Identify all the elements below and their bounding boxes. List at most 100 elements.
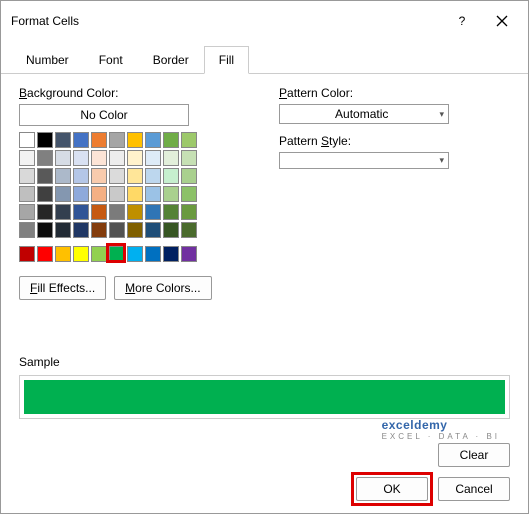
watermark: exceldemy EXCEL · DATA · BI bbox=[382, 417, 500, 441]
color-swatch[interactable] bbox=[127, 150, 143, 166]
color-swatch[interactable] bbox=[163, 246, 179, 262]
color-swatch[interactable] bbox=[109, 222, 125, 238]
color-swatch[interactable] bbox=[127, 246, 143, 262]
pattern-color-select[interactable]: Automatic ▾ bbox=[279, 104, 449, 124]
color-swatch[interactable] bbox=[55, 186, 71, 202]
pattern-color-label: Pattern Color: bbox=[279, 86, 510, 100]
color-swatch[interactable] bbox=[163, 204, 179, 220]
color-swatch[interactable] bbox=[55, 168, 71, 184]
color-swatch[interactable] bbox=[19, 222, 35, 238]
color-swatch[interactable] bbox=[109, 132, 125, 148]
color-swatch[interactable] bbox=[91, 150, 107, 166]
dialog-title: Format Cells bbox=[11, 14, 442, 28]
sample-box bbox=[19, 375, 510, 419]
color-swatch[interactable] bbox=[37, 222, 53, 238]
color-swatch[interactable] bbox=[37, 168, 53, 184]
color-swatch[interactable] bbox=[145, 150, 161, 166]
color-swatch[interactable] bbox=[73, 246, 89, 262]
no-color-button[interactable]: No Color bbox=[19, 104, 189, 126]
color-swatch[interactable] bbox=[73, 132, 89, 148]
color-swatch[interactable] bbox=[163, 222, 179, 238]
color-swatch[interactable] bbox=[73, 204, 89, 220]
color-swatch[interactable] bbox=[37, 186, 53, 202]
color-swatch[interactable] bbox=[127, 168, 143, 184]
color-swatch[interactable] bbox=[37, 204, 53, 220]
color-swatch[interactable] bbox=[55, 246, 71, 262]
color-swatch[interactable] bbox=[91, 132, 107, 148]
fill-effects-button[interactable]: Fill Effects... bbox=[19, 276, 106, 300]
color-swatch[interactable] bbox=[109, 168, 125, 184]
tab-font[interactable]: Font bbox=[84, 46, 138, 74]
color-swatch[interactable] bbox=[145, 168, 161, 184]
background-color-section: Background Color: No Color Fill Effects.… bbox=[19, 86, 239, 300]
color-swatch[interactable] bbox=[19, 246, 35, 262]
color-swatch[interactable] bbox=[19, 150, 35, 166]
clear-button[interactable]: Clear bbox=[438, 443, 510, 467]
color-swatch[interactable] bbox=[19, 204, 35, 220]
color-swatch[interactable] bbox=[181, 186, 197, 202]
color-swatch[interactable] bbox=[145, 204, 161, 220]
color-swatch[interactable] bbox=[19, 132, 35, 148]
sample-label: Sample bbox=[19, 355, 60, 369]
color-swatch[interactable] bbox=[55, 222, 71, 238]
color-swatch[interactable] bbox=[127, 132, 143, 148]
color-swatch[interactable] bbox=[145, 132, 161, 148]
color-swatch[interactable] bbox=[55, 150, 71, 166]
close-icon bbox=[496, 15, 508, 27]
color-swatch[interactable] bbox=[109, 246, 125, 262]
color-swatch[interactable] bbox=[163, 132, 179, 148]
color-swatch[interactable] bbox=[181, 150, 197, 166]
pattern-section: Pattern Color: Automatic ▾ Pattern Style… bbox=[279, 86, 510, 300]
color-swatch[interactable] bbox=[37, 132, 53, 148]
color-swatch[interactable] bbox=[163, 186, 179, 202]
color-swatch[interactable] bbox=[91, 246, 107, 262]
color-swatch[interactable] bbox=[55, 132, 71, 148]
color-swatch[interactable] bbox=[91, 186, 107, 202]
cancel-button[interactable]: Cancel bbox=[438, 477, 510, 501]
color-swatch[interactable] bbox=[145, 246, 161, 262]
color-swatch[interactable] bbox=[73, 186, 89, 202]
color-swatch[interactable] bbox=[145, 186, 161, 202]
tab-content: Background Color: No Color Fill Effects.… bbox=[1, 74, 528, 513]
color-swatch[interactable] bbox=[109, 204, 125, 220]
color-swatch[interactable] bbox=[73, 168, 89, 184]
color-swatch[interactable] bbox=[19, 168, 35, 184]
color-swatch[interactable] bbox=[37, 150, 53, 166]
more-colors-button[interactable]: More Colors... bbox=[114, 276, 211, 300]
color-swatch[interactable] bbox=[145, 222, 161, 238]
help-button[interactable]: ? bbox=[442, 9, 482, 33]
color-swatch[interactable] bbox=[73, 150, 89, 166]
pattern-style-select[interactable]: ▾ bbox=[279, 152, 449, 169]
color-swatch[interactable] bbox=[127, 222, 143, 238]
color-swatch[interactable] bbox=[91, 168, 107, 184]
color-swatch[interactable] bbox=[181, 246, 197, 262]
color-swatch[interactable] bbox=[127, 186, 143, 202]
color-swatch[interactable] bbox=[181, 168, 197, 184]
color-swatch[interactable] bbox=[109, 150, 125, 166]
color-swatch[interactable] bbox=[19, 186, 35, 202]
color-swatch[interactable] bbox=[37, 246, 53, 262]
close-button[interactable] bbox=[482, 9, 522, 33]
background-color-label: Background Color: bbox=[19, 86, 239, 100]
color-swatch[interactable] bbox=[91, 222, 107, 238]
color-swatch[interactable] bbox=[91, 204, 107, 220]
color-swatch[interactable] bbox=[127, 204, 143, 220]
sample-preview bbox=[24, 380, 505, 414]
tab-strip: Number Font Border Fill bbox=[1, 41, 528, 74]
theme-color-grid bbox=[19, 132, 239, 238]
color-swatch[interactable] bbox=[181, 204, 197, 220]
pattern-style-label: Pattern Style: bbox=[279, 134, 510, 148]
titlebar: Format Cells ? bbox=[1, 1, 528, 41]
color-swatch[interactable] bbox=[55, 204, 71, 220]
color-swatch[interactable] bbox=[73, 222, 89, 238]
color-swatch[interactable] bbox=[181, 132, 197, 148]
tab-border[interactable]: Border bbox=[138, 46, 204, 74]
format-cells-dialog: Format Cells ? Number Font Border Fill B… bbox=[0, 0, 529, 514]
tab-number[interactable]: Number bbox=[11, 46, 84, 74]
ok-button[interactable]: OK bbox=[356, 477, 428, 501]
color-swatch[interactable] bbox=[181, 222, 197, 238]
color-swatch[interactable] bbox=[109, 186, 125, 202]
color-swatch[interactable] bbox=[163, 150, 179, 166]
tab-fill[interactable]: Fill bbox=[204, 46, 249, 74]
color-swatch[interactable] bbox=[163, 168, 179, 184]
